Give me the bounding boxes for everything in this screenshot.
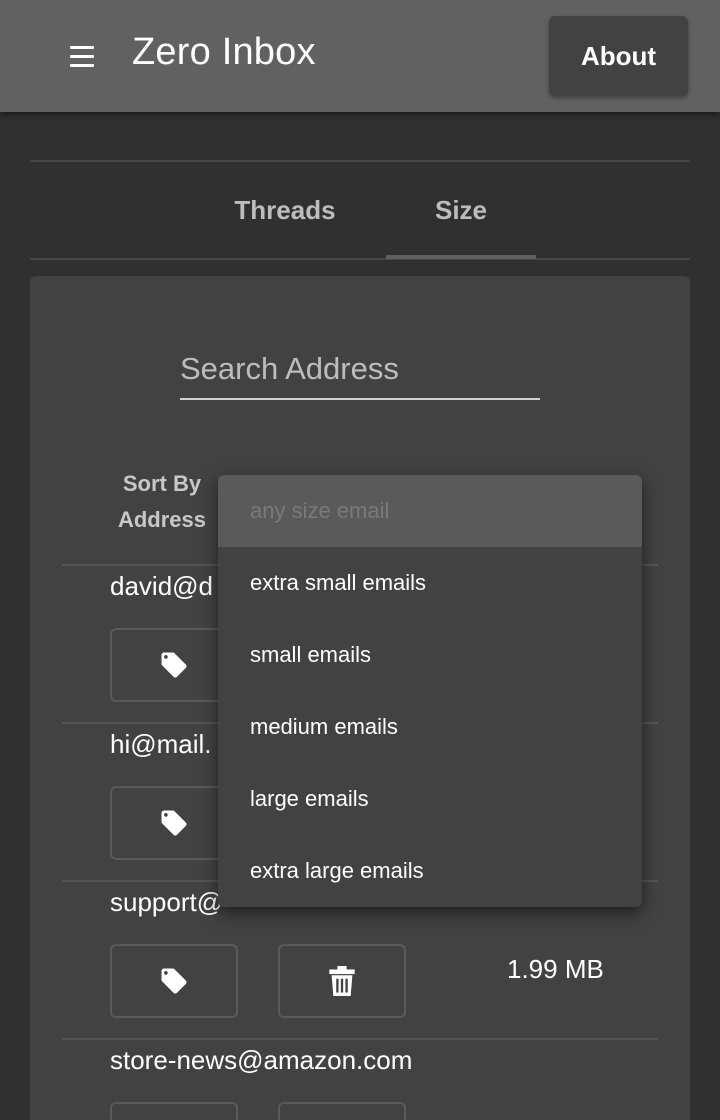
top-app-bar: Zero Inbox About [0, 0, 720, 112]
app-title: Zero Inbox [132, 31, 316, 73]
tag-icon [161, 810, 187, 836]
sort-by-address-button[interactable]: Sort By Address [110, 466, 214, 538]
tag-icon [161, 968, 187, 994]
menu-option-large[interactable]: large emails [218, 763, 642, 835]
about-button[interactable]: About [549, 16, 688, 96]
row-divider [62, 1038, 658, 1040]
row-address: store-news@amazon.com [110, 1045, 413, 1075]
menu-option-extra-small[interactable]: extra small emails [218, 547, 642, 619]
delete-button[interactable] [278, 1102, 406, 1120]
tab-size[interactable]: Size [386, 162, 536, 259]
email-size: 1.99 MB [507, 954, 604, 984]
size-filter-menu: any size email extra small emails small … [218, 475, 642, 907]
search-address-input[interactable]: Search Address [180, 340, 540, 400]
search-placeholder: Search Address [180, 351, 399, 386]
menu-option-any-size[interactable]: any size email [218, 475, 642, 547]
menu-icon[interactable] [62, 38, 102, 74]
label-button[interactable] [110, 1102, 238, 1120]
menu-option-medium[interactable]: medium emails [218, 691, 642, 763]
sort-label-line1: Sort By [122, 471, 202, 496]
row-address: hi@mail. [110, 729, 212, 759]
label-button[interactable] [110, 944, 238, 1018]
tag-icon [161, 652, 187, 678]
tab-threads[interactable]: Threads [210, 162, 360, 258]
delete-button[interactable] [278, 944, 406, 1018]
row-address: support@ [110, 887, 224, 917]
row-address: david@d [110, 571, 214, 601]
sort-label-line2: Address [117, 507, 207, 532]
menu-option-extra-large[interactable]: extra large emails [218, 835, 642, 907]
trash-icon [329, 966, 355, 996]
tab-bar: Threads Size [30, 160, 690, 260]
menu-option-small[interactable]: small emails [218, 619, 642, 691]
